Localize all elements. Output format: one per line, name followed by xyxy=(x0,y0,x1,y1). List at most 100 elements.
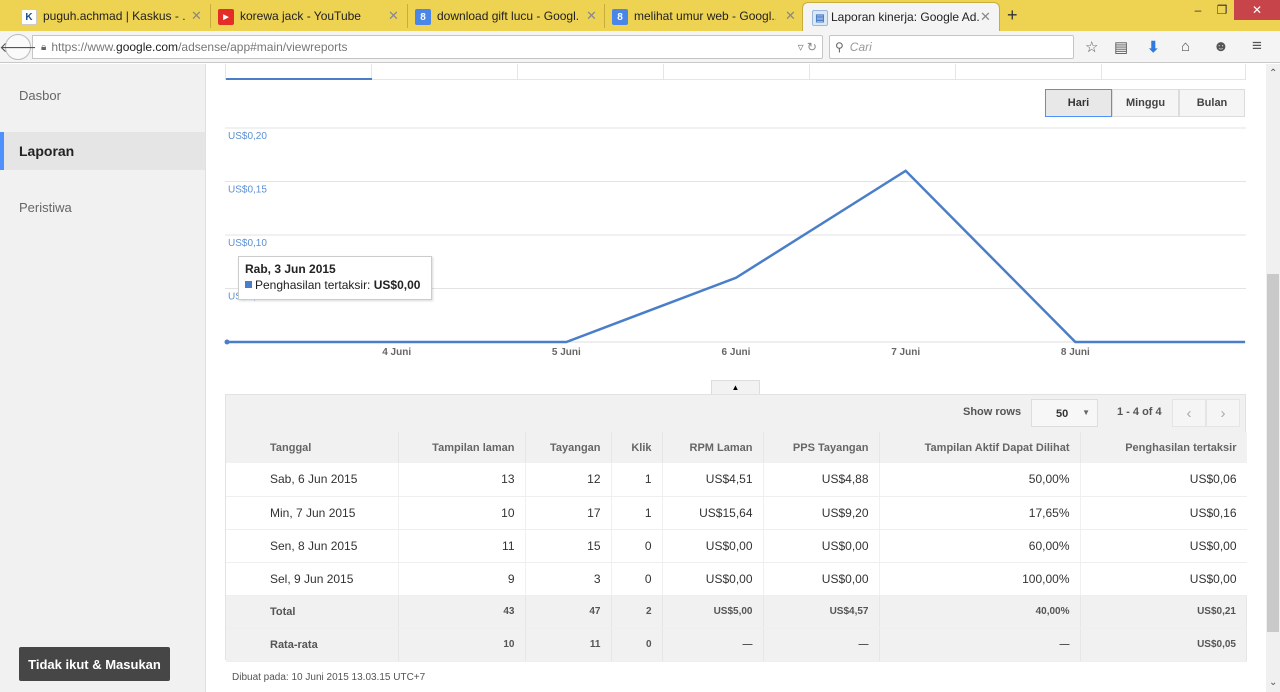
chevron-down-icon: ▼ xyxy=(1082,408,1090,417)
browser-tab-adsense-active[interactable]: ▤ Laporan kinerja: Google Ad... ✕ xyxy=(802,2,1000,31)
cell-impressions: 17 xyxy=(525,496,612,530)
youtube-icon: ▶ xyxy=(218,9,234,25)
tab-label: puguh.achmad | Kaskus - ... xyxy=(43,9,185,23)
reload-icon[interactable]: ▿ ↻ xyxy=(798,40,817,54)
table-row: Sen, 8 Jun 2015 11 15 0 US$0,00 US$0,00 … xyxy=(226,529,1247,563)
cell-active-view-viewable: 50,00% xyxy=(879,463,1081,497)
x-tick-label: 4 Juni xyxy=(382,347,411,358)
next-page-button[interactable]: › xyxy=(1206,399,1240,427)
search-input[interactable]: ⚲ Cari xyxy=(829,35,1074,59)
column-header-tanggal[interactable]: Tanggal xyxy=(226,432,399,463)
x-tick-label: 5 Juni xyxy=(552,347,581,358)
column-header-penghasilan[interactable]: Penghasilan tertaksir xyxy=(1080,432,1247,463)
column-header-klik[interactable]: Klik xyxy=(611,432,663,463)
prev-page-button[interactable]: ‹ xyxy=(1172,399,1206,427)
cell-date: Sab, 6 Jun 2015 xyxy=(226,463,399,497)
cell-estimated-earnings: US$0,16 xyxy=(1080,496,1247,530)
back-arrow-icon: 🡐 xyxy=(0,38,37,55)
adsense-page-icon: ▤ xyxy=(812,10,828,26)
table-row: Min, 7 Jun 2015 10 17 1 US$15,64 US$9,20… xyxy=(226,496,1247,530)
page-info: 1 - 4 of 4 xyxy=(1117,406,1162,418)
caret-up-icon: ▲ xyxy=(731,383,740,392)
average-clicks: 0 xyxy=(611,628,663,662)
x-tick-label: 6 Juni xyxy=(722,347,751,358)
total-impression-rpm: US$4,57 xyxy=(763,595,880,629)
column-header-rpm-laman[interactable]: RPM Laman xyxy=(662,432,764,463)
report-table: Tanggal Tampilan laman Tayangan Klik RPM… xyxy=(226,432,1247,662)
bookmark-star-icon[interactable]: ☆ xyxy=(1085,38,1098,56)
x-tick-label: 7 Juni xyxy=(891,347,920,358)
download-arrow-icon[interactable]: ⬇ xyxy=(1147,38,1160,56)
cell-clicks: 0 xyxy=(611,562,663,596)
series-color-swatch xyxy=(245,281,252,288)
total-impressions: 47 xyxy=(525,595,612,629)
scroll-down-icon[interactable]: ⌄ xyxy=(1269,677,1277,688)
cell-clicks: 1 xyxy=(611,496,663,530)
optout-feedback-button[interactable]: Tidak ikut & Masukan xyxy=(19,647,170,681)
column-header-tampilan-laman[interactable]: Tampilan laman xyxy=(398,432,526,463)
cell-estimated-earnings: US$0,00 xyxy=(1080,529,1247,563)
sidebar: Dasbor Laporan Peristiwa Tidak ikut & Ma… xyxy=(0,64,206,692)
rows-per-page-value: 50 xyxy=(1056,408,1069,420)
url-prefix: https://www. xyxy=(51,40,117,54)
browser-navigation-bar: 🔒︎ https://www. google.com/adsense/app#ma… xyxy=(0,31,1280,63)
show-rows-label: Show rows xyxy=(963,406,1022,418)
average-impressions: 11 xyxy=(525,628,612,662)
column-header-pps-tayangan[interactable]: PPS Tayangan xyxy=(763,432,880,463)
reading-list-icon[interactable]: ▤ xyxy=(1114,38,1128,56)
cell-pageviews: 11 xyxy=(398,529,526,563)
average-earnings: US$0,05 xyxy=(1080,628,1247,662)
cell-active-view-viewable: 17,65% xyxy=(879,496,1081,530)
data-point[interactable] xyxy=(224,339,230,345)
table-average-row: Rata-rata 10 11 0 — — — US$0,05 xyxy=(226,628,1247,662)
home-icon[interactable]: ⌂ xyxy=(1181,38,1190,55)
close-tab-icon[interactable]: ✕ xyxy=(785,8,796,24)
x-tick-label: 8 Juni xyxy=(1061,347,1090,358)
sidebar-item-label: Dasbor xyxy=(19,87,61,103)
browser-tab-google-umur[interactable]: 8 melihat umur web - Googl... ✕ xyxy=(591,2,801,31)
rows-per-page-select[interactable]: 50 ▼ xyxy=(1031,399,1098,427)
chevron-left-icon: ‹ xyxy=(1186,404,1192,422)
scroll-up-icon[interactable]: ⌃ xyxy=(1269,68,1277,79)
browser-tab-kaskus[interactable]: K puguh.achmad | Kaskus - ... ✕ xyxy=(0,2,210,31)
scrollbar-thumb[interactable] xyxy=(1267,274,1279,632)
cell-page-rpm: US$0,00 xyxy=(662,529,764,563)
browser-tab-youtube[interactable]: ▶ korewa jack - YouTube ✕ xyxy=(197,2,407,31)
cell-pageviews: 9 xyxy=(398,562,526,596)
search-placeholder: Cari xyxy=(849,40,872,54)
cell-impression-rpm: US$0,00 xyxy=(763,529,880,563)
page-scrollbar[interactable]: ⌃ ⌄ xyxy=(1266,64,1280,692)
report-main: Hari Minggu Bulan US$0,05US$0,10US$0,15U… xyxy=(206,64,1266,692)
url-bar[interactable]: 🔒︎ https://www. google.com/adsense/app#ma… xyxy=(32,35,823,59)
sidebar-item-peristiwa[interactable]: Peristiwa xyxy=(0,188,205,226)
cell-impression-rpm: US$0,00 xyxy=(763,562,880,596)
cell-active-view-viewable: 60,00% xyxy=(879,529,1081,563)
close-window-button[interactable]: ✕ xyxy=(1234,0,1280,20)
total-page-rpm: US$5,00 xyxy=(662,595,764,629)
hello-chat-icon[interactable]: ☻ xyxy=(1213,38,1229,55)
column-header-tampilan-aktif[interactable]: Tampilan Aktif Dapat Dilihat xyxy=(879,432,1081,463)
total-earnings: US$0,21 xyxy=(1080,595,1247,629)
cell-date: Sel, 9 Jun 2015 xyxy=(226,562,399,596)
back-button[interactable]: 🡐 xyxy=(0,34,37,60)
sidebar-item-laporan[interactable]: Laporan xyxy=(0,132,205,170)
total-label: Total xyxy=(226,595,399,629)
cell-clicks: 0 xyxy=(611,529,663,563)
url-domain: google.com xyxy=(116,40,179,54)
lock-icon: 🔒︎ xyxy=(41,41,47,53)
new-tab-button[interactable]: + xyxy=(1007,5,1018,26)
sidebar-item-label: Peristiwa xyxy=(19,199,72,215)
table-row: Sab, 6 Jun 2015 13 12 1 US$4,51 US$4,88 … xyxy=(226,463,1247,497)
restore-button[interactable]: ❐ xyxy=(1208,0,1236,20)
google-icon: 8 xyxy=(415,9,431,25)
cell-date: Min, 7 Jun 2015 xyxy=(226,496,399,530)
menu-hamburger-icon[interactable]: ≡ xyxy=(1252,36,1262,56)
close-tab-icon[interactable]: ✕ xyxy=(980,9,991,25)
cell-impressions: 12 xyxy=(525,463,612,497)
browser-tab-google-gift[interactable]: 8 download gift lucu - Googl... ✕ xyxy=(394,2,604,31)
tab-label: Laporan kinerja: Google Ad... xyxy=(831,10,979,24)
sidebar-item-dasbor[interactable]: Dasbor xyxy=(0,76,205,114)
tooltip-value: US$0,00 xyxy=(373,278,421,292)
column-header-tayangan[interactable]: Tayangan xyxy=(525,432,612,463)
collapse-chart-button[interactable]: ▲ xyxy=(711,380,760,394)
